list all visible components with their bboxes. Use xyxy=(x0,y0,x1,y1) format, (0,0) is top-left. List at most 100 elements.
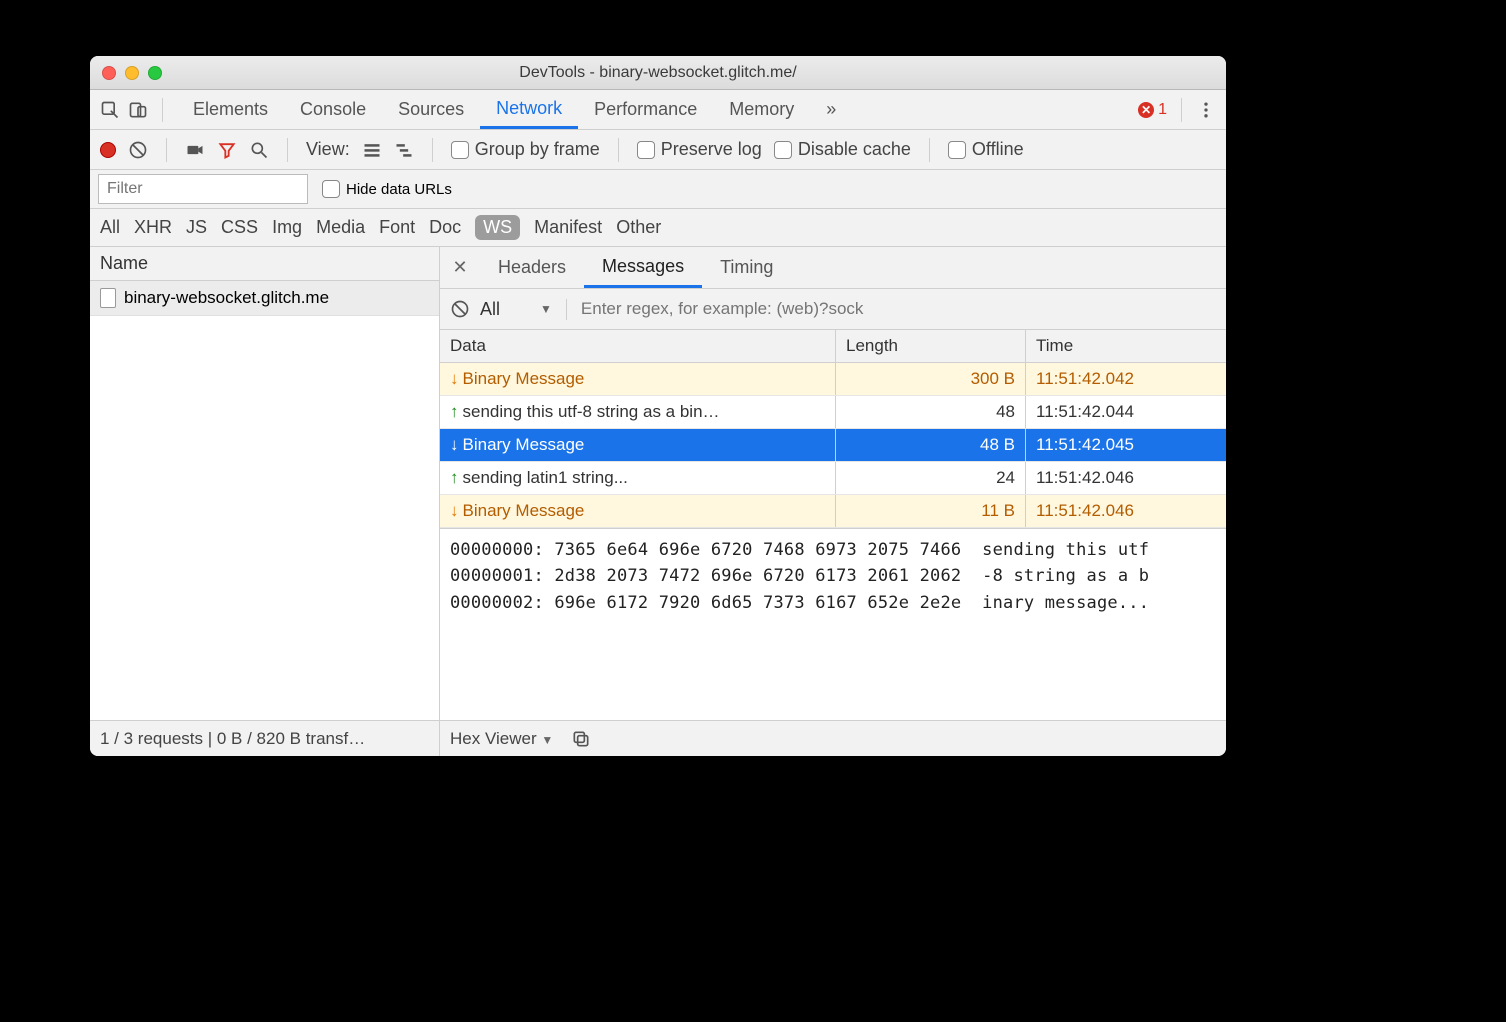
devtools-window: DevTools - binary-websocket.glitch.me/ E… xyxy=(90,56,1226,756)
tab-performance[interactable]: Performance xyxy=(578,90,713,129)
tab-console[interactable]: Console xyxy=(284,90,382,129)
request-name: binary-websocket.glitch.me xyxy=(124,288,329,308)
filter-dropdown[interactable]: All ▼ xyxy=(480,299,567,320)
record-button[interactable] xyxy=(100,142,116,158)
message-label: Binary Message xyxy=(463,435,585,454)
message-time: 11:51:42.044 xyxy=(1026,396,1226,428)
messages-toolbar: All ▼ xyxy=(440,289,1226,330)
message-row[interactable]: ↑sending this utf-8 string as a bin… 4811… xyxy=(440,396,1226,429)
camera-icon[interactable] xyxy=(185,140,205,160)
type-other[interactable]: Other xyxy=(616,217,661,238)
regex-input[interactable] xyxy=(577,295,1216,323)
error-count-badge[interactable]: ✕ 1 xyxy=(1138,101,1167,119)
error-icon: ✕ xyxy=(1138,102,1154,118)
type-media[interactable]: Media xyxy=(316,217,365,238)
message-time: 11:51:42.046 xyxy=(1026,495,1226,527)
tabs-overflow[interactable]: » xyxy=(810,90,852,129)
messages-table-header: Data Length Time xyxy=(440,330,1226,363)
error-count: 1 xyxy=(1158,101,1167,119)
document-icon xyxy=(100,288,116,308)
hex-viewer[interactable]: 00000000: 7365 6e64 696e 6720 7468 6973 … xyxy=(440,528,1226,720)
detail-tabs: ✕ Headers Messages Timing xyxy=(440,247,1226,289)
message-label: sending this utf-8 string as a bin… xyxy=(463,402,720,421)
tab-network[interactable]: Network xyxy=(480,90,578,129)
col-length[interactable]: Length xyxy=(836,330,1026,362)
clear-icon[interactable] xyxy=(128,140,148,160)
message-label: sending latin1 string... xyxy=(463,468,628,487)
network-toolbar: View: Group by frame Preserve log Disabl… xyxy=(90,130,1226,170)
arrow-up-icon: ↑ xyxy=(450,402,459,421)
arrow-down-icon: ↓ xyxy=(450,435,459,454)
main-area: Name binary-websocket.glitch.me ✕ Header… xyxy=(90,247,1226,720)
arrow-up-icon: ↑ xyxy=(450,468,459,487)
divider xyxy=(929,138,930,162)
tab-sources[interactable]: Sources xyxy=(382,90,480,129)
top-tabs-row: Elements Console Sources Network Perform… xyxy=(90,90,1226,130)
group-by-frame-checkbox[interactable]: Group by frame xyxy=(451,139,600,160)
disable-cache-checkbox[interactable]: Disable cache xyxy=(774,139,911,160)
type-css[interactable]: CSS xyxy=(221,217,258,238)
subtab-headers[interactable]: Headers xyxy=(480,247,584,288)
arrow-down-icon: ↓ xyxy=(450,501,459,520)
subtab-timing[interactable]: Timing xyxy=(702,247,791,288)
type-js[interactable]: JS xyxy=(186,217,207,238)
hide-data-urls-checkbox[interactable]: Hide data URLs xyxy=(322,180,452,198)
tab-memory[interactable]: Memory xyxy=(713,90,810,129)
close-detail-button[interactable]: ✕ xyxy=(440,257,480,278)
inspect-icon[interactable] xyxy=(100,100,120,120)
chevron-down-icon: ▼ xyxy=(541,733,553,747)
type-xhr[interactable]: XHR xyxy=(134,217,172,238)
kebab-menu-icon[interactable] xyxy=(1196,100,1216,120)
type-manifest[interactable]: Manifest xyxy=(534,217,602,238)
message-length: 300 B xyxy=(836,363,1026,395)
status-bar: 1 / 3 requests | 0 B / 820 B transf… Hex… xyxy=(90,720,1226,756)
arrow-down-icon: ↓ xyxy=(450,369,459,388)
device-toggle-icon[interactable] xyxy=(128,100,148,120)
search-icon[interactable] xyxy=(249,140,269,160)
divider xyxy=(432,138,433,162)
subtab-messages[interactable]: Messages xyxy=(584,247,702,288)
divider xyxy=(287,138,288,162)
waterfall-icon[interactable] xyxy=(394,140,414,160)
chevron-down-icon: ▼ xyxy=(540,302,552,316)
type-img[interactable]: Img xyxy=(272,217,302,238)
status-summary: 1 / 3 requests | 0 B / 820 B transf… xyxy=(90,721,440,756)
col-time[interactable]: Time xyxy=(1026,330,1226,362)
message-length: 11 B xyxy=(836,495,1026,527)
message-time: 11:51:42.045 xyxy=(1026,429,1226,461)
type-all[interactable]: All xyxy=(100,217,120,238)
type-ws[interactable]: WS xyxy=(475,215,520,240)
divider xyxy=(166,138,167,162)
status-right: Hex Viewer ▼ xyxy=(440,721,1226,756)
type-doc[interactable]: Doc xyxy=(429,217,461,238)
message-label: Binary Message xyxy=(463,369,585,388)
message-length: 48 B xyxy=(836,429,1026,461)
type-filter-row: All XHR JS CSS Img Media Font Doc WS Man… xyxy=(90,209,1226,247)
message-label: Binary Message xyxy=(463,501,585,520)
message-row[interactable]: ↓Binary Message300 B11:51:42.042 xyxy=(440,363,1226,396)
tab-elements[interactable]: Elements xyxy=(177,90,284,129)
message-length: 48 xyxy=(836,396,1026,428)
message-row[interactable]: ↑sending latin1 string...2411:51:42.046 xyxy=(440,462,1226,495)
type-font[interactable]: Font xyxy=(379,217,415,238)
message-row[interactable]: ↓Binary Message 48 B11:51:42.045 xyxy=(440,429,1226,462)
clear-messages-icon[interactable] xyxy=(450,299,470,319)
messages-table: Data Length Time ↓Binary Message300 B11:… xyxy=(440,330,1226,528)
preserve-log-checkbox[interactable]: Preserve log xyxy=(637,139,762,160)
request-row[interactable]: binary-websocket.glitch.me xyxy=(90,281,439,316)
messages-rows: ↓Binary Message300 B11:51:42.042↑sending… xyxy=(440,363,1226,528)
offline-checkbox[interactable]: Offline xyxy=(948,139,1024,160)
message-row[interactable]: ↓Binary Message 11 B11:51:42.046 xyxy=(440,495,1226,528)
hex-viewer-dropdown[interactable]: Hex Viewer ▼ xyxy=(450,729,553,749)
message-length: 24 xyxy=(836,462,1026,494)
filter-input[interactable] xyxy=(98,174,308,204)
detail-pane: ✕ Headers Messages Timing All ▼ Data xyxy=(440,247,1226,720)
titlebar: DevTools - binary-websocket.glitch.me/ xyxy=(90,56,1226,90)
large-rows-icon[interactable] xyxy=(362,140,382,160)
divider xyxy=(1181,98,1182,122)
name-column-header[interactable]: Name xyxy=(90,247,439,281)
copy-icon[interactable] xyxy=(571,729,591,749)
request-list-pane: Name binary-websocket.glitch.me xyxy=(90,247,440,720)
filter-icon[interactable] xyxy=(217,140,237,160)
col-data[interactable]: Data xyxy=(440,330,836,362)
